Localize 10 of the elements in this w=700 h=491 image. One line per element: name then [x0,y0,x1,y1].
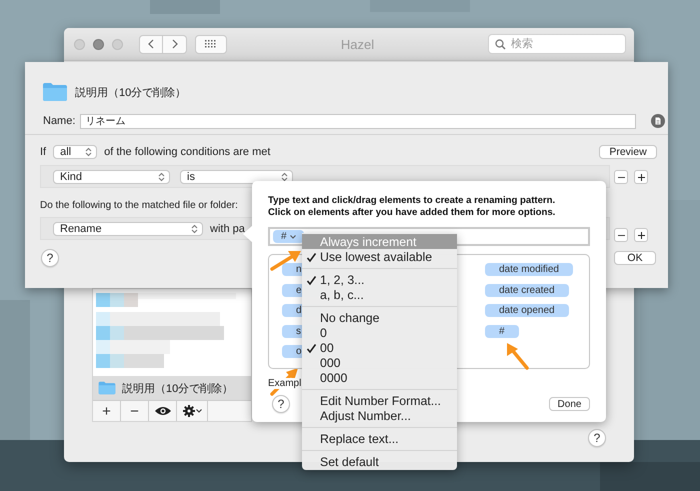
instructions-text: Type text and click/drag elements to create a renaming pattern. Click on elements after you have added them for more options. [268,195,556,219]
folder-name: 説明用（10分で削除） [122,382,234,396]
conditions-label: of the following conditions are met [104,146,270,158]
example-label: Exampl [268,378,302,389]
window-title: Hazel [340,36,376,52]
name-label: Name: [43,115,76,127]
rule-folder-title: 説明用（10分で削除） [75,86,186,100]
pattern-label: with pa [210,222,245,234]
actions-label: Do the following to the matched file or folder: [40,200,238,211]
if-label: If [40,146,46,158]
